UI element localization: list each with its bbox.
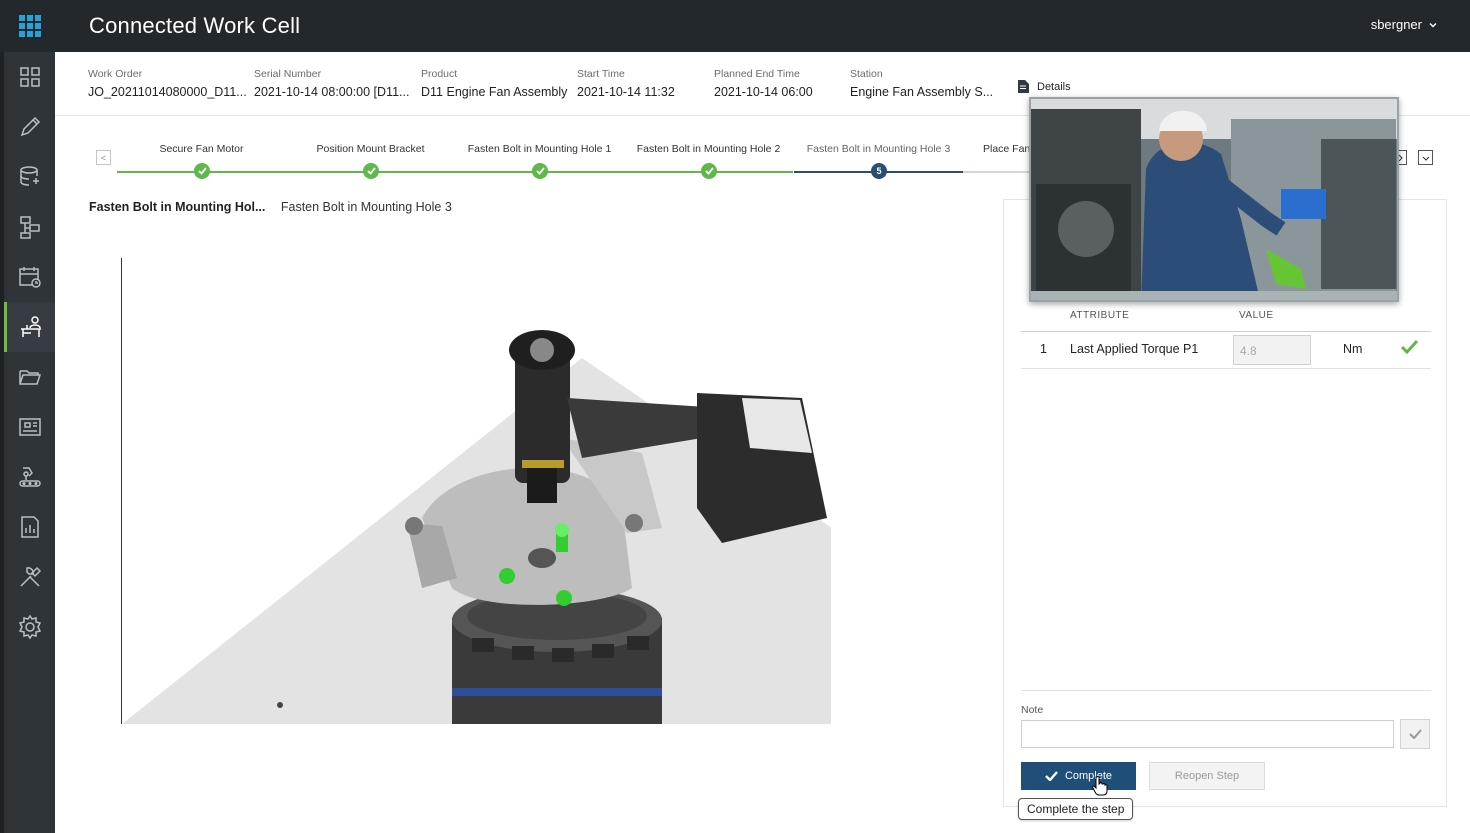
station-value: Engine Fan Assembly S... <box>850 85 994 99</box>
row-number: 1 <box>1040 342 1047 356</box>
sidebar-item-edit[interactable] <box>4 102 55 152</box>
steps-prev-button[interactable]: < <box>96 150 111 165</box>
note-label: Note <box>1021 704 1044 716</box>
serial-number-label: Serial Number <box>254 68 322 80</box>
product-value: D11 Engine Fan Assembly <box>421 85 568 99</box>
breadcrumb-step: Fasten Bolt in Mounting Hole 3 <box>280 200 452 214</box>
check-icon <box>701 163 717 179</box>
check-icon <box>532 163 548 179</box>
work-order-label: Work Order <box>88 68 143 80</box>
attribute-name: Last Applied Torque P1 <box>1070 342 1199 356</box>
tools-icon <box>19 566 41 587</box>
start-time-value: 2021-10-14 11:32 <box>577 85 675 99</box>
note-divider <box>1021 690 1431 691</box>
serial-number-field: Serial Number 2021-10-14 08:00:00 [D11..… <box>254 68 409 99</box>
unit-label: Nm <box>1343 342 1363 356</box>
apps-grid-icon <box>18 15 41 37</box>
step-label: Fasten Bolt in Mounting Hole 1 <box>467 143 612 155</box>
breadcrumb-group[interactable]: Fasten Bolt in Mounting Hol... <box>89 200 265 214</box>
database-icon <box>19 166 39 186</box>
schedule-icon <box>18 267 41 288</box>
user-name: sbergner <box>1370 17 1422 32</box>
app-launcher-button[interactable] <box>4 0 55 52</box>
product-label: Product <box>421 68 458 80</box>
user-menu[interactable]: sbergner <box>1371 17 1438 32</box>
reopen-step-button[interactable]: Reopen Step <box>1149 762 1265 790</box>
step-label: Fasten Bolt in Mounting Hole 3 <box>806 143 951 155</box>
station-field: Station Engine Fan Assembly S... <box>850 68 993 99</box>
work-order-field: Work Order JO_20211014080000_D11... <box>88 68 247 99</box>
equipment-icon <box>18 418 41 436</box>
sidebar-item-equipment[interactable] <box>4 402 55 452</box>
engine-fan-assembly-3d-model <box>122 330 831 724</box>
step-label: Secure Fan Motor <box>159 143 244 155</box>
breadcrumb: Fasten Bolt in Mounting Hol... Fasten Bo… <box>89 200 452 214</box>
details-link[interactable]: Details <box>1018 80 1071 93</box>
step-4[interactable]: Fasten Bolt in Mounting Hole 2 <box>624 116 793 179</box>
sidebar-item-reports[interactable] <box>4 502 55 552</box>
attribute-table-header: ATTRIBUTE VALUE <box>1021 310 1431 332</box>
check-icon <box>1408 729 1422 739</box>
sidebar <box>4 52 55 833</box>
torque-value-field[interactable]: 4.8 <box>1233 335 1311 365</box>
check-icon <box>194 163 210 179</box>
planned-end-label: Planned End Time <box>714 68 800 80</box>
document-icon <box>1018 80 1029 93</box>
start-time-label: Start Time <box>577 68 625 80</box>
step-label: Fasten Bolt in Mounting Hole 2 <box>636 143 781 155</box>
sidebar-item-database[interactable] <box>4 152 55 202</box>
chevron-down-icon <box>1422 156 1429 161</box>
planned-end-value: 2021-10-14 06:00 <box>714 85 813 99</box>
step-number-badge: 5 <box>871 163 887 179</box>
top-bar: Connected Work Cell sbergner <box>0 0 1470 52</box>
sidebar-item-conveyor-robot[interactable] <box>4 452 55 502</box>
value-column-header: VALUE <box>1239 310 1274 321</box>
attribute-column-header: ATTRIBUTE <box>1070 310 1130 321</box>
3d-model-viewer[interactable] <box>121 258 831 724</box>
operator-video-feed <box>1031 99 1397 300</box>
step-3[interactable]: Fasten Bolt in Mounting Hole 1 <box>455 116 624 179</box>
table-row: 1 Last Applied Torque P1 4.8 Nm <box>1021 332 1431 369</box>
edit-icon <box>20 116 40 137</box>
app-window: Connected Work Cell sbergner Work Order … <box>0 0 1470 833</box>
details-label: Details <box>1037 80 1071 93</box>
folder-icon <box>18 370 41 385</box>
chevron-down-icon <box>1429 22 1437 27</box>
report-icon <box>20 516 39 538</box>
conveyor-robot-icon <box>18 467 41 487</box>
dashboard-icon <box>19 67 40 87</box>
check-icon <box>1400 339 1419 357</box>
app-title: Connected Work Cell <box>89 13 301 38</box>
complete-tooltip: Complete the step <box>1018 798 1134 820</box>
camera-feed-overlay[interactable] <box>1029 97 1399 302</box>
step-5-current[interactable]: Fasten Bolt in Mounting Hole 3 5 <box>794 116 963 179</box>
hand-cursor-icon <box>1092 775 1108 801</box>
serial-number-value: 2021-10-14 08:00:00 [D11... <box>254 85 410 99</box>
sidebar-item-folder[interactable] <box>4 352 55 402</box>
check-icon <box>1045 771 1058 781</box>
product-field: Product D11 Engine Fan Assembly <box>421 68 567 99</box>
sidebar-item-tools[interactable] <box>4 552 55 602</box>
check-icon <box>363 163 379 179</box>
sidebar-item-settings[interactable] <box>4 602 55 652</box>
step-label: Position Mount Bracket <box>316 143 425 155</box>
step-2[interactable]: Position Mount Bracket <box>286 116 455 179</box>
station-label: Station <box>850 68 883 80</box>
sidebar-item-workflow[interactable] <box>4 202 55 252</box>
sidebar-item-operator-station[interactable] <box>4 302 55 352</box>
complete-button[interactable]: Complete <box>1021 762 1136 790</box>
sidebar-item-dashboard[interactable] <box>4 52 55 102</box>
workflow-icon <box>19 216 40 239</box>
step-1[interactable]: Secure Fan Motor <box>117 116 286 179</box>
note-input[interactable] <box>1021 720 1394 748</box>
chevron-left-icon: < <box>100 152 107 163</box>
settings-icon <box>18 614 41 640</box>
planned-end-field: Planned End Time 2021-10-14 06:00 <box>714 68 813 99</box>
operator-station-icon <box>21 316 41 337</box>
sidebar-item-schedule[interactable] <box>4 252 55 302</box>
steps-expand-button[interactable] <box>1418 150 1433 165</box>
start-time-field: Start Time 2021-10-14 11:32 <box>577 68 675 99</box>
work-order-value: JO_20211014080000_D11... <box>88 85 247 99</box>
note-save-button[interactable] <box>1400 719 1430 749</box>
